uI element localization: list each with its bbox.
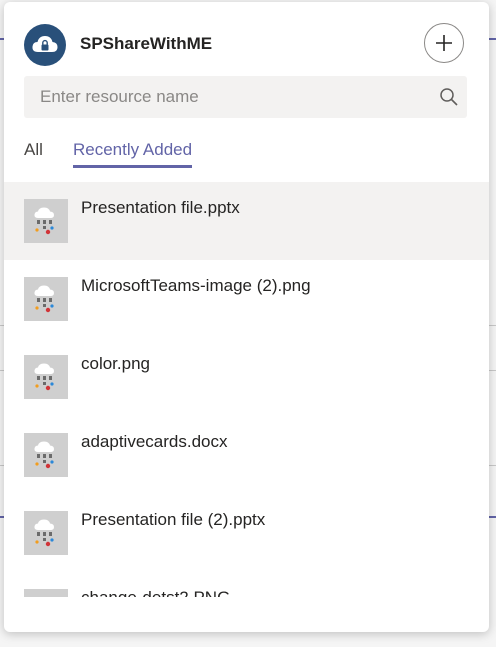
popup-header: SPShareWithME [4,2,489,78]
search-box [24,76,467,118]
list-item[interactable]: adaptivecards.docx [4,416,489,494]
file-thumbnail [24,589,68,597]
search-icon[interactable] [439,87,459,107]
plus-icon [436,35,452,51]
cloud-file-icon [34,207,54,235]
file-name: adaptivecards.docx [81,432,228,451]
file-thumbnail [24,355,68,399]
cloud-file-icon [34,519,54,547]
file-name: Presentation file.pptx [81,198,240,217]
file-name: change-detst2.PNG [81,588,230,597]
file-name: Presentation file (2).pptx [81,510,266,529]
file-thumbnail [24,277,68,321]
tab-all[interactable]: All [24,140,43,165]
file-thumbnail [24,511,68,555]
cloud-file-icon [34,285,54,313]
cloud-file-icon [34,441,54,469]
search-input[interactable] [24,76,424,118]
cloud-file-icon [32,596,60,597]
cloud-lock-icon [32,36,58,52]
tab-recently-added[interactable]: Recently Added [73,140,193,168]
list-item[interactable]: change-detst2.PNG [4,572,489,597]
list-item[interactable]: Presentation file (2).pptx [4,494,489,572]
add-button[interactable] [424,23,464,63]
resource-list: Presentation file.pptx MicrosoftTeams-im… [4,182,489,597]
file-name: color.png [81,354,150,373]
resource-picker-popup: SPShareWithME All Recently Added [4,2,489,632]
file-thumbnail [24,199,68,243]
list-item[interactable]: Presentation file.pptx [4,182,489,260]
file-thumbnail [24,433,68,477]
cloud-file-icon [34,363,54,391]
app-title: SPShareWithME [80,34,213,53]
file-name: MicrosoftTeams-image (2).png [81,276,311,295]
list-item[interactable]: MicrosoftTeams-image (2).png [4,260,489,338]
list-item[interactable]: color.png [4,338,489,416]
app-logo [24,24,66,66]
